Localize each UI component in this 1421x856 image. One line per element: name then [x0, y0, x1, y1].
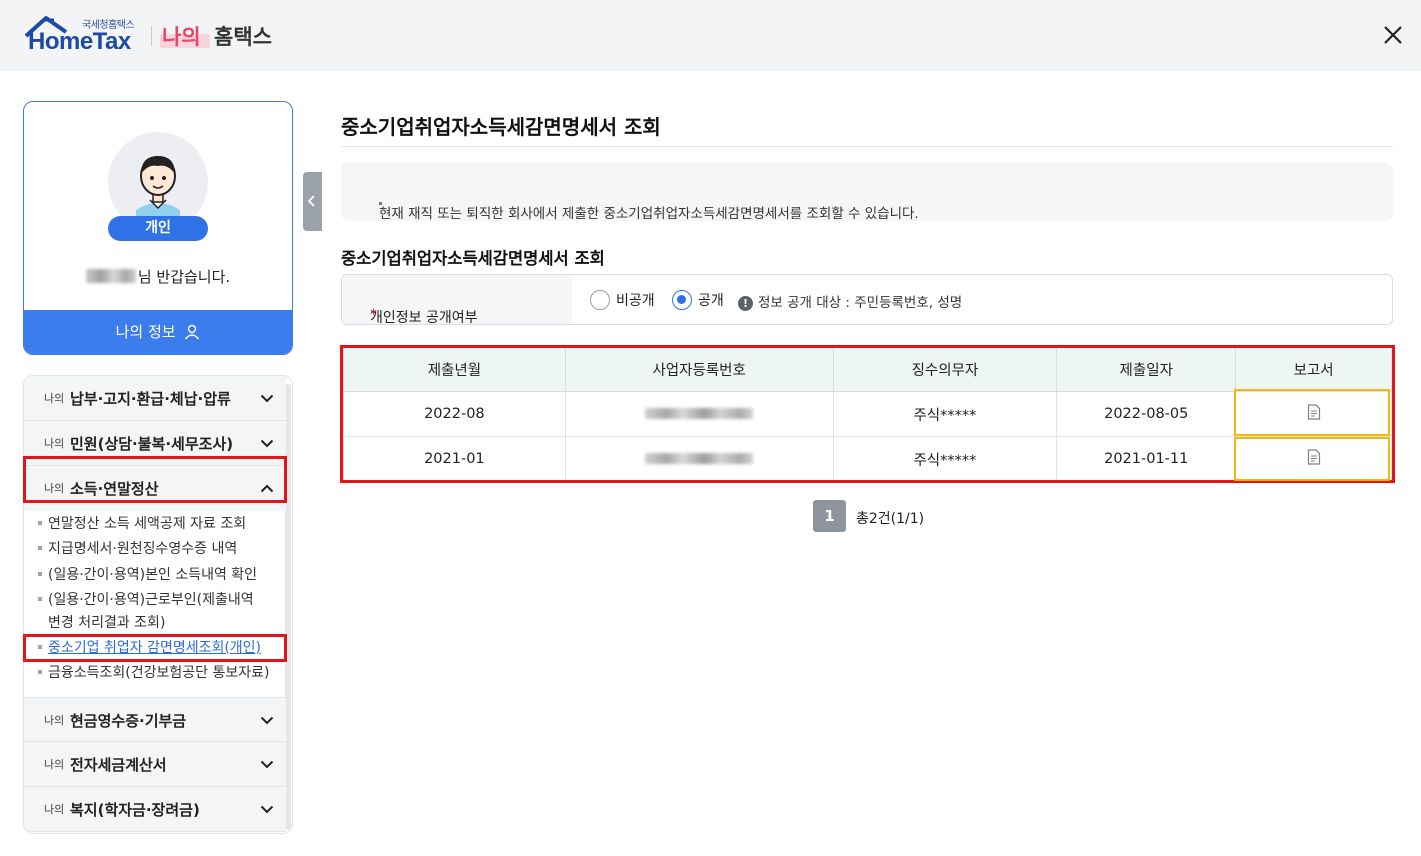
privacy-label-cell: * 개인정보 공개여부	[342, 275, 572, 324]
menu-category-label: 납부·고지·환급·체납·압류	[70, 390, 231, 408]
privacy-option-box: * 개인정보 공개여부 비공개 공개 ! 정보 공개 대상 : 주민등록번호, 성명	[341, 274, 1393, 325]
masked-user-name	[85, 269, 136, 283]
section-title: 중소기업취업자소득세감면명세서 조회	[341, 249, 605, 268]
cell-withholder: 주식*****	[832, 436, 1058, 482]
chevron-down-icon	[260, 716, 274, 725]
logo-separator	[151, 26, 152, 46]
brand-my: 나의	[162, 25, 201, 49]
sub-item-financial-income[interactable]: 금융소득조회(건강보험공단 통보자료)	[38, 662, 286, 685]
header-business-number: 사업자등록번호	[564, 347, 834, 392]
cell-month: 2021-01	[343, 436, 566, 482]
header-report: 보고서	[1235, 347, 1392, 392]
menu-category-label: 현금영수증·기부금	[70, 712, 187, 730]
table-header-row: 제출년월 사업자등록번호 징수의무자 제출일자 보고서	[343, 347, 1392, 392]
header-withholder: 징수의무자	[832, 347, 1058, 392]
brand-hometax: 홈택스	[214, 25, 272, 49]
cell-submit-date: 2021-01-11	[1056, 436, 1237, 482]
cell-month: 2022-08	[343, 391, 566, 437]
side-menu: 나의 납부·고지·환급·체납·압류 나의 민원(상담·불복·세무조사) 나의 소…	[23, 375, 293, 834]
chevron-down-icon	[260, 394, 274, 403]
chevron-left-icon	[307, 195, 315, 207]
menu-category-prefix: 나의	[44, 392, 65, 405]
radio-circle-checked[interactable]	[672, 290, 692, 310]
header-month: 제출년월	[343, 347, 566, 392]
menu-category-welfare[interactable]: 나의 복지(학자금·장려금)	[24, 787, 286, 832]
hometax-logo[interactable]: 국세청홈택스 HomeTax	[24, 14, 144, 55]
sidebar-collapse-button[interactable]	[303, 172, 322, 231]
menu-category-prefix: 나의	[44, 758, 65, 771]
logo-main-text: HomeTax	[28, 28, 131, 55]
cell-business-number	[564, 436, 834, 482]
privacy-label: 개인정보 공개여부	[370, 310, 478, 325]
chevron-down-icon	[260, 760, 274, 769]
header-submit-date: 제출일자	[1056, 347, 1237, 392]
cell-submit-date: 2022-08-05	[1056, 391, 1237, 437]
menu-category-label: 민원(상담·불복·세무조사)	[70, 435, 234, 453]
table-row: 2022-08 주식***** 2022-08-05	[343, 391, 1392, 437]
menu-category-civil[interactable]: 나의 민원(상담·불복·세무조사)	[24, 421, 286, 466]
menu-category-prefix: 나의	[44, 437, 65, 450]
menu-category-payment[interactable]: 나의 납부·고지·환급·체납·압류	[24, 376, 286, 421]
privacy-info-note: ! 정보 공개 대상 : 주민등록번호, 성명	[738, 291, 962, 311]
table-row: 2021-01 주식***** 2021-01-11	[343, 436, 1392, 482]
cell-withholder: 주식*****	[832, 391, 1058, 437]
page-title: 중소기업취업자소득세감면명세서 조회	[341, 115, 661, 139]
cell-report	[1235, 391, 1392, 437]
menu-category-e-invoice[interactable]: 나의 전자세금계산서	[24, 742, 286, 787]
page-button-current[interactable]: 1	[813, 500, 846, 532]
radio-public[interactable]: 공개	[672, 290, 724, 310]
reduction-table: 제출년월 사업자등록번호 징수의무자 제출일자 보고서 2022-08 주식**…	[343, 347, 1392, 482]
sub-item-withholding-receipt[interactable]: 지급명세서·원천징수영수증 내역	[38, 538, 286, 561]
menu-category-prefix: 나의	[44, 803, 65, 816]
sub-item-sme-tax-reduction[interactable]: 중소기업 취업자 감면명세조회(개인)	[38, 637, 286, 660]
menu-category-income[interactable]: 나의 소득·연말정산	[24, 466, 286, 511]
pagination-total: 총2건(1/1)	[856, 511, 925, 527]
masked-business-number	[645, 408, 754, 419]
chevron-up-icon	[260, 484, 274, 493]
title-divider	[341, 146, 1393, 147]
sub-item-income-check[interactable]: (일용·간이·용역)본인 소득내역 확인	[38, 564, 286, 587]
greeting-text: 님 반갑습니다.	[24, 266, 292, 287]
sub-item-year-end-deduction[interactable]: 연말정산 소득 세액공제 자료 조회	[38, 513, 286, 536]
menu-category-cash-receipt[interactable]: 나의 현금영수증·기부금	[24, 697, 286, 742]
document-icon[interactable]	[1307, 449, 1321, 465]
menu-category-label: 전자세금계산서	[70, 756, 167, 774]
menu-category-label: 소득·연말정산	[70, 480, 159, 498]
person-icon	[185, 324, 200, 340]
user-type-badge: 개인	[108, 216, 208, 241]
my-info-label: 나의 정보	[115, 323, 176, 341]
radio-circle[interactable]	[590, 290, 610, 310]
close-icon[interactable]	[1380, 22, 1406, 48]
sub-item-labor-denial[interactable]: (일용·간이·용역)근로부인(제출내역 변경 처리결과 조회)	[38, 589, 286, 635]
masked-business-number	[645, 453, 754, 464]
my-info-button[interactable]: 나의 정보	[24, 310, 292, 354]
info-icon: !	[738, 296, 753, 311]
menu-category-prefix: 나의	[44, 714, 65, 727]
chevron-down-icon	[260, 439, 274, 448]
radio-private[interactable]: 비공개	[590, 290, 655, 310]
menu-category-label: 복지(학자금·장려금)	[70, 801, 200, 819]
cell-business-number	[564, 391, 834, 437]
document-icon[interactable]	[1307, 404, 1321, 420]
menu-category-prefix: 나의	[44, 482, 65, 495]
notice-box: 현재 재직 또는 퇴직한 회사에서 제출한 중소기업취업자소득세감면명세서를 조…	[341, 162, 1393, 222]
cell-report	[1235, 436, 1392, 482]
profile-card: 개인 님 반갑습니다. 나의 정보	[23, 101, 293, 355]
greeting-suffix: 님 반갑습니다.	[137, 268, 231, 286]
chevron-down-icon	[260, 805, 274, 814]
header-bar: 국세청홈택스 HomeTax 나의 홈택스	[0, 0, 1421, 71]
